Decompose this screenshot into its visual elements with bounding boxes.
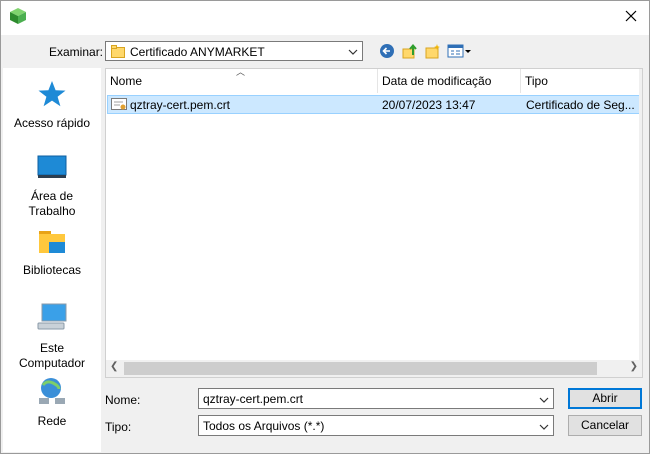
certificate-icon bbox=[111, 97, 127, 115]
file-row[interactable]: qztray-cert.pem.crt 20/07/2023 13:47 Cer… bbox=[107, 95, 642, 115]
desktop-icon bbox=[3, 155, 101, 185]
column-header-name[interactable]: ︿ Nome bbox=[106, 69, 378, 93]
back-button[interactable] bbox=[377, 42, 397, 62]
close-icon bbox=[625, 10, 637, 25]
scroll-right-icon[interactable]: ❯ bbox=[630, 361, 638, 372]
chevron-down-icon bbox=[348, 46, 358, 60]
look-in-value: Certificado ANYMARKET bbox=[130, 45, 265, 59]
file-modified: 20/07/2023 13:47 bbox=[382, 98, 476, 112]
scrollbar-thumb[interactable] bbox=[124, 362, 597, 375]
new-folder-icon bbox=[425, 43, 441, 62]
computer-icon bbox=[3, 303, 101, 337]
file-type: Certificado de Seg... bbox=[526, 98, 635, 112]
file-list[interactable]: ︿ Nome Data de modificação Tipo qztray-c… bbox=[105, 68, 643, 378]
place-this-computer[interactable]: Este Computador bbox=[3, 303, 101, 371]
scroll-left-icon[interactable]: ❮ bbox=[110, 361, 118, 372]
title-bar bbox=[1, 1, 649, 35]
close-button[interactable] bbox=[613, 1, 649, 33]
file-type-select[interactable]: Todos os Arquivos (*.*) bbox=[198, 415, 554, 436]
chevron-down-icon[interactable] bbox=[539, 394, 549, 408]
place-label: Rede bbox=[37, 414, 67, 428]
file-type-value: Todos os Arquivos (*.*) bbox=[203, 419, 325, 433]
place-label: Bibliotecas bbox=[22, 263, 82, 277]
network-icon bbox=[3, 376, 101, 410]
places-bar: Acesso rápido Área de Trabalho Bibliotec… bbox=[3, 68, 101, 452]
look-in-label: Examinar: bbox=[49, 45, 104, 59]
new-folder-button[interactable] bbox=[423, 42, 443, 62]
cancel-button[interactable]: Cancelar bbox=[568, 415, 642, 436]
place-libraries[interactable]: Bibliotecas bbox=[3, 229, 101, 278]
cube-icon bbox=[9, 7, 27, 25]
chevron-down-icon bbox=[539, 421, 549, 435]
place-label: Área de Trabalho bbox=[28, 189, 76, 218]
file-name-input[interactable]: qztray-cert.pem.crt bbox=[203, 392, 303, 406]
up-folder-icon bbox=[402, 43, 418, 62]
type-label: Tipo: bbox=[105, 420, 132, 434]
view-menu-button[interactable] bbox=[447, 42, 473, 62]
file-name: qztray-cert.pem.crt bbox=[130, 98, 231, 112]
look-in-dropdown[interactable]: Certificado ANYMARKET bbox=[105, 41, 363, 61]
place-label: Este Computador bbox=[18, 341, 86, 370]
vertical-scrollbar[interactable] bbox=[639, 69, 642, 361]
star-icon bbox=[3, 80, 101, 112]
place-quick-access[interactable]: Acesso rápido bbox=[3, 80, 101, 131]
horizontal-scrollbar[interactable]: ❮ ❯ bbox=[106, 360, 642, 377]
column-header-modified[interactable]: Data de modificação bbox=[378, 69, 521, 93]
libraries-icon bbox=[3, 229, 101, 259]
place-network[interactable]: Rede bbox=[3, 376, 101, 429]
up-folder-button[interactable] bbox=[400, 42, 420, 62]
folder-icon bbox=[111, 45, 125, 61]
view-menu-icon bbox=[447, 43, 473, 62]
back-icon bbox=[379, 43, 395, 62]
name-label: Nome: bbox=[105, 393, 141, 407]
place-desktop[interactable]: Área de Trabalho bbox=[3, 155, 101, 219]
open-file-dialog: Examinar: Certificado ANYMARKET Acesso r… bbox=[0, 0, 650, 454]
place-label: Acesso rápido bbox=[13, 116, 91, 130]
open-button[interactable]: Abrir bbox=[568, 388, 642, 409]
column-header-type[interactable]: Tipo bbox=[521, 69, 641, 93]
sort-up-icon: ︿ bbox=[236, 68, 246, 77]
file-name-combobox[interactable]: qztray-cert.pem.crt bbox=[198, 388, 554, 409]
